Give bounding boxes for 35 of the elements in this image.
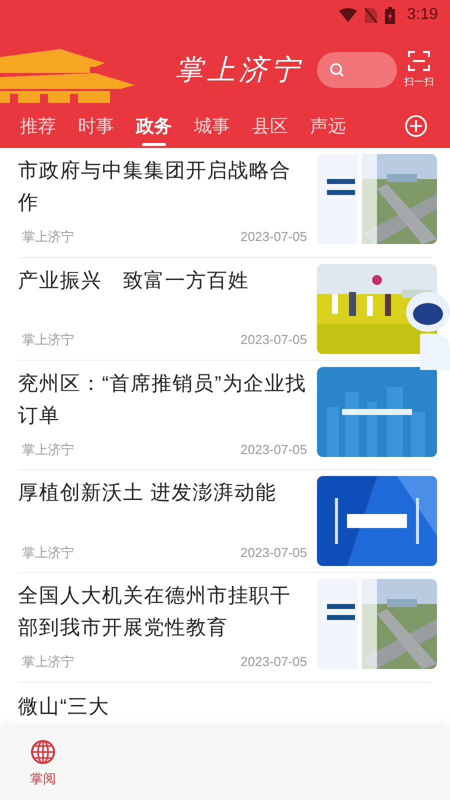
news-title: 市政府与中集集团开启战略合作 bbox=[18, 159, 292, 216]
scan-button[interactable]: 扫一扫 bbox=[404, 50, 434, 90]
wifi-icon bbox=[338, 8, 357, 22]
news-source: 掌上济宁 bbox=[22, 228, 74, 246]
news-date: 2023-07-05 bbox=[240, 440, 307, 458]
news-source: 掌上济宁 bbox=[22, 331, 74, 349]
status-time: 3:19 bbox=[406, 5, 438, 25]
search-icon bbox=[329, 62, 345, 78]
tab-underline bbox=[142, 142, 166, 146]
news-title: 兖州区：“首席推销员”为企业找订单 bbox=[18, 372, 307, 428]
news-date: 2023-07-05 bbox=[240, 331, 307, 349]
news-title: 微山“三大 bbox=[18, 696, 110, 718]
news-source: 掌上济宁 bbox=[22, 440, 74, 458]
news-date: 2023-07-05 bbox=[240, 544, 307, 562]
news-title: 厚植创新沃土 进发澎湃动能 bbox=[18, 481, 278, 506]
category-tab[interactable]: 声远 bbox=[310, 112, 346, 146]
no-sim-icon bbox=[364, 8, 377, 22]
news-date: 2023-07-05 bbox=[240, 228, 307, 246]
news-source: 掌上济宁 bbox=[22, 544, 74, 562]
category-tab[interactable]: 县区 bbox=[252, 112, 288, 146]
nav-tab[interactable]: 掌阅 bbox=[30, 739, 56, 789]
category-tab[interactable]: 政务 bbox=[136, 112, 172, 146]
category-tab[interactable]: 城事 bbox=[194, 112, 230, 146]
news-title: 产业振兴 致富一方百姓 bbox=[18, 268, 250, 294]
category-tab[interactable]: 推荐 bbox=[20, 112, 56, 146]
battery-icon bbox=[384, 6, 395, 24]
search-field[interactable] bbox=[317, 52, 397, 88]
app-logo: 掌上济宁 bbox=[175, 52, 303, 88]
globe-icon bbox=[30, 739, 56, 766]
add-icon[interactable] bbox=[404, 114, 428, 138]
news-source: 掌上济宁 bbox=[22, 653, 74, 671]
scan-icon bbox=[408, 50, 430, 70]
news-title: 全国人大机关在德州市挂职干部到我市开展党性教育 bbox=[18, 584, 292, 641]
category-tab[interactable]: 时事 bbox=[78, 112, 114, 146]
news-date: 2023-07-05 bbox=[240, 653, 307, 671]
